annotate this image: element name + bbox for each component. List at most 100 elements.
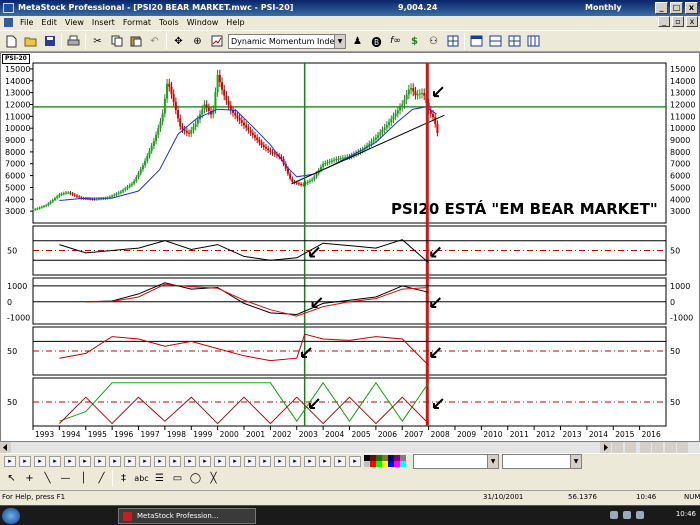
- speed-line-icon[interactable]: ╳: [206, 471, 221, 486]
- ray-icon[interactable]: ╱: [94, 471, 109, 486]
- layout4-icon[interactable]: [526, 34, 541, 49]
- horizontal-scrollbar[interactable]: [0, 442, 700, 453]
- layout1-icon[interactable]: [469, 34, 484, 49]
- mdi-restore-button[interactable]: ▫: [672, 16, 684, 27]
- layout3-icon[interactable]: [507, 34, 522, 49]
- style-button-8[interactable]: ▸: [109, 455, 121, 467]
- cut-icon[interactable]: ✂: [90, 34, 105, 49]
- minimize-button[interactable]: _: [655, 2, 668, 14]
- price-candle: [124, 188, 127, 190]
- price-candle: [108, 196, 111, 198]
- status-time: 10:46: [636, 493, 657, 501]
- dollar-icon[interactable]: $: [407, 34, 422, 49]
- chart-svg[interactable]: 3000 30004000 40005000 50006000 60007000 7000…: [1, 53, 699, 441]
- style-button-6[interactable]: ▸: [79, 455, 91, 467]
- menu-insert[interactable]: Insert: [88, 18, 119, 27]
- style-button-11[interactable]: ▸: [154, 455, 166, 467]
- rectangle-icon[interactable]: ▭: [170, 471, 185, 486]
- horizontal-line-icon[interactable]: —: [58, 471, 73, 486]
- style-button-19[interactable]: ▸: [274, 455, 286, 467]
- line-width-select[interactable]: ▼: [502, 453, 582, 469]
- style-button-10[interactable]: ▸: [139, 455, 151, 467]
- style-button-14[interactable]: ▸: [199, 455, 211, 467]
- menu-help[interactable]: Help: [222, 18, 248, 27]
- style-button-24[interactable]: ▸: [349, 455, 361, 467]
- taskbar-item-metastock[interactable]: MetaStock Profession...: [118, 508, 256, 524]
- zoom-icon[interactable]: ⊕: [190, 34, 205, 49]
- chevron-down-icon[interactable]: ▼: [487, 454, 498, 468]
- maximize-button[interactable]: □: [670, 2, 683, 14]
- binoculars-icon[interactable]: ⚇: [426, 34, 441, 49]
- line-style-select[interactable]: ▼: [413, 453, 499, 469]
- menu-file[interactable]: File: [16, 18, 37, 27]
- mdi-close-button[interactable]: x: [686, 16, 698, 27]
- indicator-select[interactable]: Dynamic Momentum Index ▼: [228, 33, 346, 49]
- ellipse-icon[interactable]: ◯: [188, 471, 203, 486]
- crosshair-icon[interactable]: ✥: [171, 34, 186, 49]
- pointer-icon[interactable]: ↖: [4, 471, 19, 486]
- undo-icon[interactable]: ↶: [147, 34, 162, 49]
- new-icon[interactable]: [4, 34, 19, 49]
- save-icon[interactable]: [42, 34, 57, 49]
- chart-window[interactable]: PSI-20 3000 3000 4000 4000 5000 5000 6000 6000 7…: [0, 52, 700, 442]
- price-candle: [181, 126, 184, 130]
- style-button-21[interactable]: ▸: [304, 455, 316, 467]
- open-icon[interactable]: [23, 34, 38, 49]
- mdi-minimize-button[interactable]: _: [658, 16, 670, 27]
- menu-tools[interactable]: Tools: [155, 18, 183, 27]
- style-button-16[interactable]: ▸: [229, 455, 241, 467]
- chevron-down-icon[interactable]: ▼: [570, 454, 581, 468]
- network-icon[interactable]: [610, 511, 618, 519]
- indicator-icon[interactable]: 🅑: [369, 34, 384, 49]
- style-button-13[interactable]: ▸: [184, 455, 196, 467]
- x-tick-label: 2002: [272, 430, 291, 439]
- y-tick-label-left: 7000: [5, 160, 25, 169]
- oscillator-tick-right: 1000: [670, 282, 690, 291]
- style-button-17[interactable]: ▸: [244, 455, 256, 467]
- vertical-line-icon[interactable]: │: [76, 471, 91, 486]
- style-button-12[interactable]: ▸: [169, 455, 181, 467]
- style-button-22[interactable]: ▸: [319, 455, 331, 467]
- price-candle: [32, 209, 34, 211]
- layout2-icon[interactable]: [488, 34, 503, 49]
- grid-icon[interactable]: [445, 34, 460, 49]
- chevron-down-icon[interactable]: ▼: [334, 34, 345, 48]
- style-button-1[interactable]: ▸: [4, 455, 16, 467]
- style-button-5[interactable]: ▸: [64, 455, 76, 467]
- menu-format[interactable]: Format: [119, 18, 155, 27]
- fibonacci-icon[interactable]: ☰: [152, 471, 167, 486]
- trendline-icon[interactable]: ╲: [40, 471, 55, 486]
- chart-icon[interactable]: [209, 34, 224, 49]
- y-tick-label-left: 5000: [5, 183, 25, 192]
- style-button-4[interactable]: ▸: [49, 455, 61, 467]
- text-icon[interactable]: abc: [134, 471, 149, 486]
- style-button-3[interactable]: ▸: [34, 455, 46, 467]
- fx-icon[interactable]: f∞: [388, 34, 403, 49]
- price-candle: [86, 198, 89, 200]
- menu-view[interactable]: View: [61, 18, 88, 27]
- start-button[interactable]: [2, 508, 20, 524]
- menu-edit[interactable]: Edit: [37, 18, 61, 27]
- paste-icon[interactable]: [128, 34, 143, 49]
- style-button-15[interactable]: ▸: [214, 455, 226, 467]
- close-button[interactable]: x: [685, 2, 698, 14]
- style-button-23[interactable]: ▸: [334, 455, 346, 467]
- properties-icon[interactable]: ♟: [350, 34, 365, 49]
- volume-icon[interactable]: [623, 511, 631, 519]
- style-button-18[interactable]: ▸: [259, 455, 271, 467]
- security-icon[interactable]: [636, 511, 644, 519]
- cycle-icon[interactable]: ‡: [116, 471, 131, 486]
- price-candle: [434, 117, 437, 125]
- style-button-7[interactable]: ▸: [94, 455, 106, 467]
- print-icon[interactable]: [66, 34, 81, 49]
- copy-icon[interactable]: [109, 34, 124, 49]
- price-candle: [335, 159, 338, 160]
- style-button-20[interactable]: ▸: [289, 455, 301, 467]
- chart-tab[interactable]: PSI-20: [2, 54, 30, 64]
- color-palette[interactable]: [364, 454, 410, 468]
- crosshair-tool-icon[interactable]: +: [22, 471, 37, 486]
- y-tick-label-left: 13000: [5, 89, 30, 98]
- style-button-2[interactable]: ▸: [19, 455, 31, 467]
- menu-window[interactable]: Window: [183, 18, 223, 27]
- style-button-9[interactable]: ▸: [124, 455, 136, 467]
